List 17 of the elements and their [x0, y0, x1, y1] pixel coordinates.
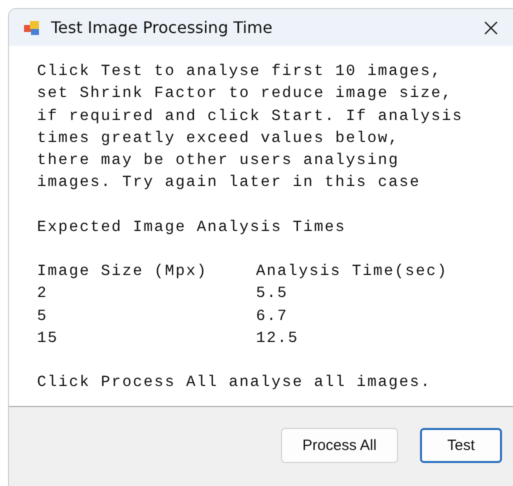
table-cell-text: 2 [37, 283, 49, 304]
footer-note: Click Process All analyse all images. [37, 372, 432, 394]
table-cell-text: 15 [37, 328, 60, 349]
app-icon [23, 18, 41, 36]
table-cell-text: 12.5 [256, 328, 300, 349]
table-cell-text: 6.7 [256, 306, 289, 327]
column-header: Image Size (Mpx) [37, 261, 208, 282]
section-heading: Expected Image Analysis Times [37, 216, 347, 238]
table-cell-text: 5.5 [256, 283, 289, 304]
test-button[interactable]: Test [420, 428, 502, 462]
process-all-button[interactable]: Process All [281, 428, 398, 462]
instructions-text: Click Test to analyse first 10 images, set Shrink Factor to reduce image size, if required and click Start. If analysis times greatly exceed values below, there may be other users analysing images. Try again later in this case [37, 61, 464, 194]
close-button[interactable] [484, 20, 498, 34]
window-title: Test Image Processing Time [51, 18, 274, 37]
table-cell-text: 5 [37, 306, 49, 327]
close-icon [484, 20, 498, 34]
column-header: Analysis Time(sec) [256, 261, 449, 282]
